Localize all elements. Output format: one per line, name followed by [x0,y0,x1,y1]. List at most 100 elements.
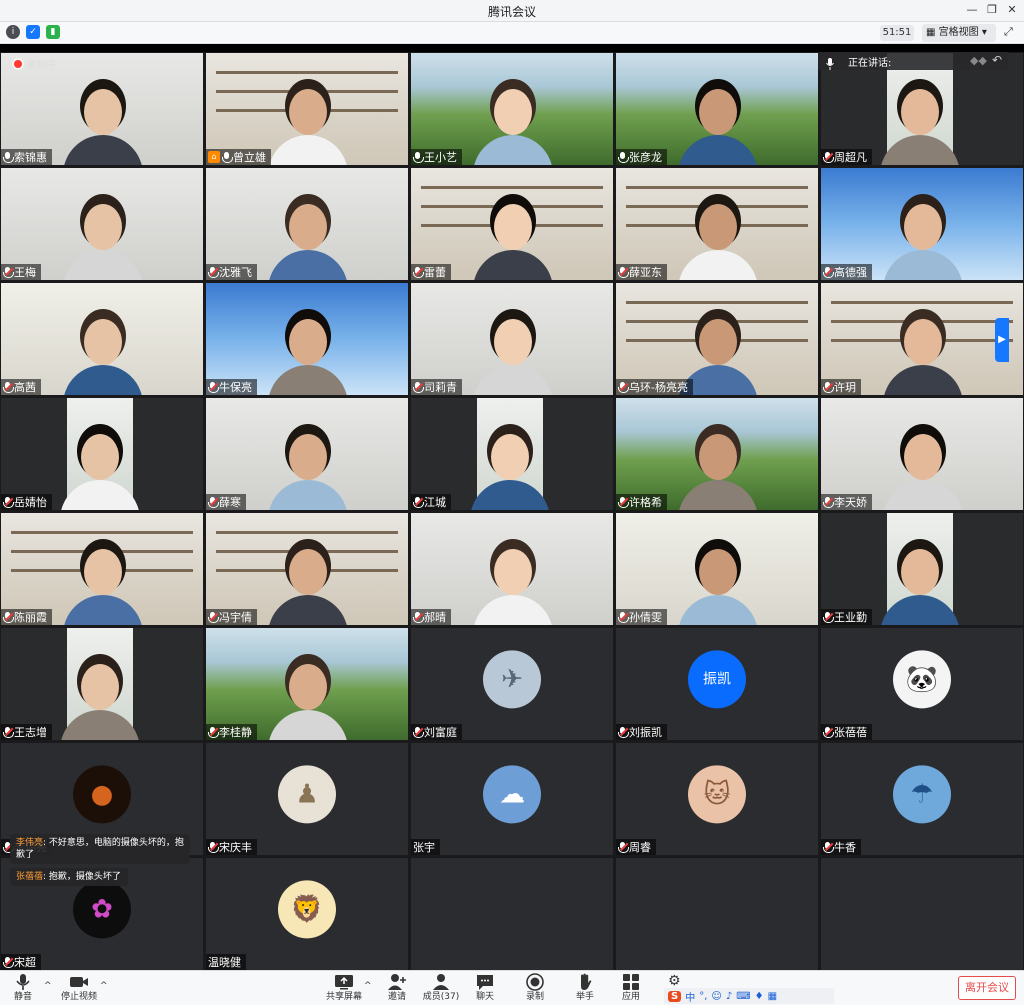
participant-tile[interactable]: 王志增 [0,627,204,741]
shelf-line [626,185,808,189]
participant-tile[interactable]: 陈丽霞 [0,512,204,626]
participant-tile[interactable]: 🐱 周睿 [615,742,819,856]
participant-tile[interactable]: 王梅 [0,167,204,281]
participant-tile[interactable]: ☂ 牛香 [820,742,1024,856]
mic-icon [3,151,14,163]
record-button[interactable]: 录制 [512,973,558,1003]
participant-name: 周睿 [629,841,651,854]
mic-muted-icon [208,611,219,623]
participant-video [263,305,353,395]
participant-tile[interactable]: 🦁 温晓健 [205,857,409,971]
chat-popup[interactable]: 张蓓蓓: 抱歉，摄像头坏了 [10,868,128,886]
participant-tile[interactable]: 沈雅飞 [205,167,409,281]
participant-tile[interactable]: 司莉青 [410,282,614,396]
portrait-icon: ♟ [278,765,336,824]
close-button[interactable]: ✕ [1004,3,1020,16]
members-button[interactable]: 成员(37) [418,973,464,1003]
raise-hand-button[interactable]: 举手 [562,973,608,1003]
participant-name: 张彦龙 [629,151,662,164]
info-icon[interactable]: i [6,25,20,39]
chat-button[interactable]: 聊天 [462,973,508,1003]
chevron-up-icon[interactable]: ^ [44,981,52,991]
mic-muted-icon [413,381,424,393]
avatar-glyph: ♟ [295,779,319,810]
participant-tile[interactable]: ⌂ 曾立雄 [205,52,409,166]
participant-video [673,420,763,510]
undo-icon[interactable]: ↶ [992,53,1002,67]
shelf-line [421,185,603,189]
participant-tile[interactable]: 李桂静 [205,627,409,741]
participant-tile[interactable]: 薛寒 [205,397,409,511]
mic-muted-icon [3,611,14,623]
ime-toolbar[interactable]: S 中 °, ☺ ♪ ⌨ ♦ ▦ [664,988,834,1004]
participant-namebar: 周睿 [616,839,656,855]
participant-tile[interactable]: 郝晴 [410,512,614,626]
participant-namebar: 岳婧怡 [1,494,52,510]
participant-tile[interactable]: 🐼 张蓓蓓 [820,627,1024,741]
chat-popup[interactable]: 李伟亮: 不好意思，电脑的摄像头坏的，抱歉了 [10,834,190,864]
collapse-icon[interactable]: ◆◆ [970,54,987,67]
chevron-up-icon[interactable]: ^ [100,981,108,991]
participant-tile[interactable]: 许玥 [820,282,1024,396]
minimize-button[interactable]: — [964,3,980,16]
camera-icon [69,973,89,991]
participant-video [468,305,558,395]
share-screen-button[interactable]: 共享屏幕 [321,973,367,1003]
fullscreen-icon[interactable]: ⤢ [1004,25,1013,39]
maximize-button[interactable]: ❐ [984,3,1000,16]
stop-video-button[interactable]: 停止视频 [56,973,102,1003]
participant-tile[interactable]: 许格希 [615,397,819,511]
participant-name: 许格希 [629,496,662,509]
participant-tile[interactable]: 孙倩雯 [615,512,819,626]
participant-tile[interactable]: 乌环-杨亮亮 [615,282,819,396]
participant-namebar: 宋超 [1,954,41,970]
participant-video [468,535,558,625]
participant-video [878,305,968,395]
view-mode-dropdown[interactable]: ▦ 宫格视图 ▾ [922,24,996,42]
participant-video [263,190,353,280]
shield-icon[interactable]: ✓ [26,25,40,39]
participant-tile[interactable]: 薛亚东 [615,167,819,281]
side-panel-toggle[interactable]: ▶ [995,318,1009,362]
mic-muted-icon [823,841,834,853]
participant-tile[interactable]: ☁ 张宇 [410,742,614,856]
empty-tile [820,857,1024,971]
invite-button[interactable]: 邀请 [374,973,420,1003]
participant-tile[interactable]: 岳婧怡 [0,397,204,511]
participant-name: 雷蕾 [424,266,446,279]
participant-tile[interactable]: 张彦龙 [615,52,819,166]
mic-icon [222,151,233,163]
share-screen-label: 共享屏幕 [325,992,362,1002]
participant-name: 王小艺 [424,151,457,164]
participant-tile[interactable]: 雷蕾 [410,167,614,281]
participant-tile[interactable]: 王小艺 [410,52,614,166]
mic-muted-icon [413,726,424,738]
mic-muted-icon [618,266,629,278]
avatar-glyph: ✿ [91,894,113,925]
participant-tile[interactable]: 冯宇倩 [205,512,409,626]
chevron-right-icon: ▶ [998,334,1006,345]
participant-tile[interactable]: 李天娇 [820,397,1024,511]
mute-button[interactable]: 静音 [0,973,46,1003]
participant-tile[interactable]: 高德强 [820,167,1024,281]
participant-tile[interactable]: 高茜 [0,282,204,396]
participant-video [58,190,148,280]
invite-label: 邀请 [387,992,406,1002]
view-mode-label: 宫格视图 [938,27,979,38]
participant-tile[interactable]: 江城 [410,397,614,511]
participant-tile[interactable]: ✈ 刘富庭 [410,627,614,741]
apps-button[interactable]: 应用 [608,973,654,1003]
participant-name: 张蓓蓓 [834,726,867,739]
signal-icon[interactable]: ▮ [46,25,60,39]
chevron-up-icon[interactable]: ^ [364,981,372,991]
grid-icon: ▦ [926,27,939,38]
settings-gear-icon[interactable]: ⚙ [668,973,681,989]
participant-tile[interactable]: 振凯 刘振凯 [615,627,819,741]
tools-icon: ▦ [767,990,778,1002]
leave-meeting-button[interactable]: 离开会议 [958,976,1016,1000]
participant-namebar: ⌂ 曾立雄 [206,149,271,165]
participant-tile[interactable]: ♟ 宋庆丰 [205,742,409,856]
panda-icon: 🐼 [893,650,951,709]
participant-tile[interactable]: 王业勤 [820,512,1024,626]
participant-tile[interactable]: 牛保亮 [205,282,409,396]
